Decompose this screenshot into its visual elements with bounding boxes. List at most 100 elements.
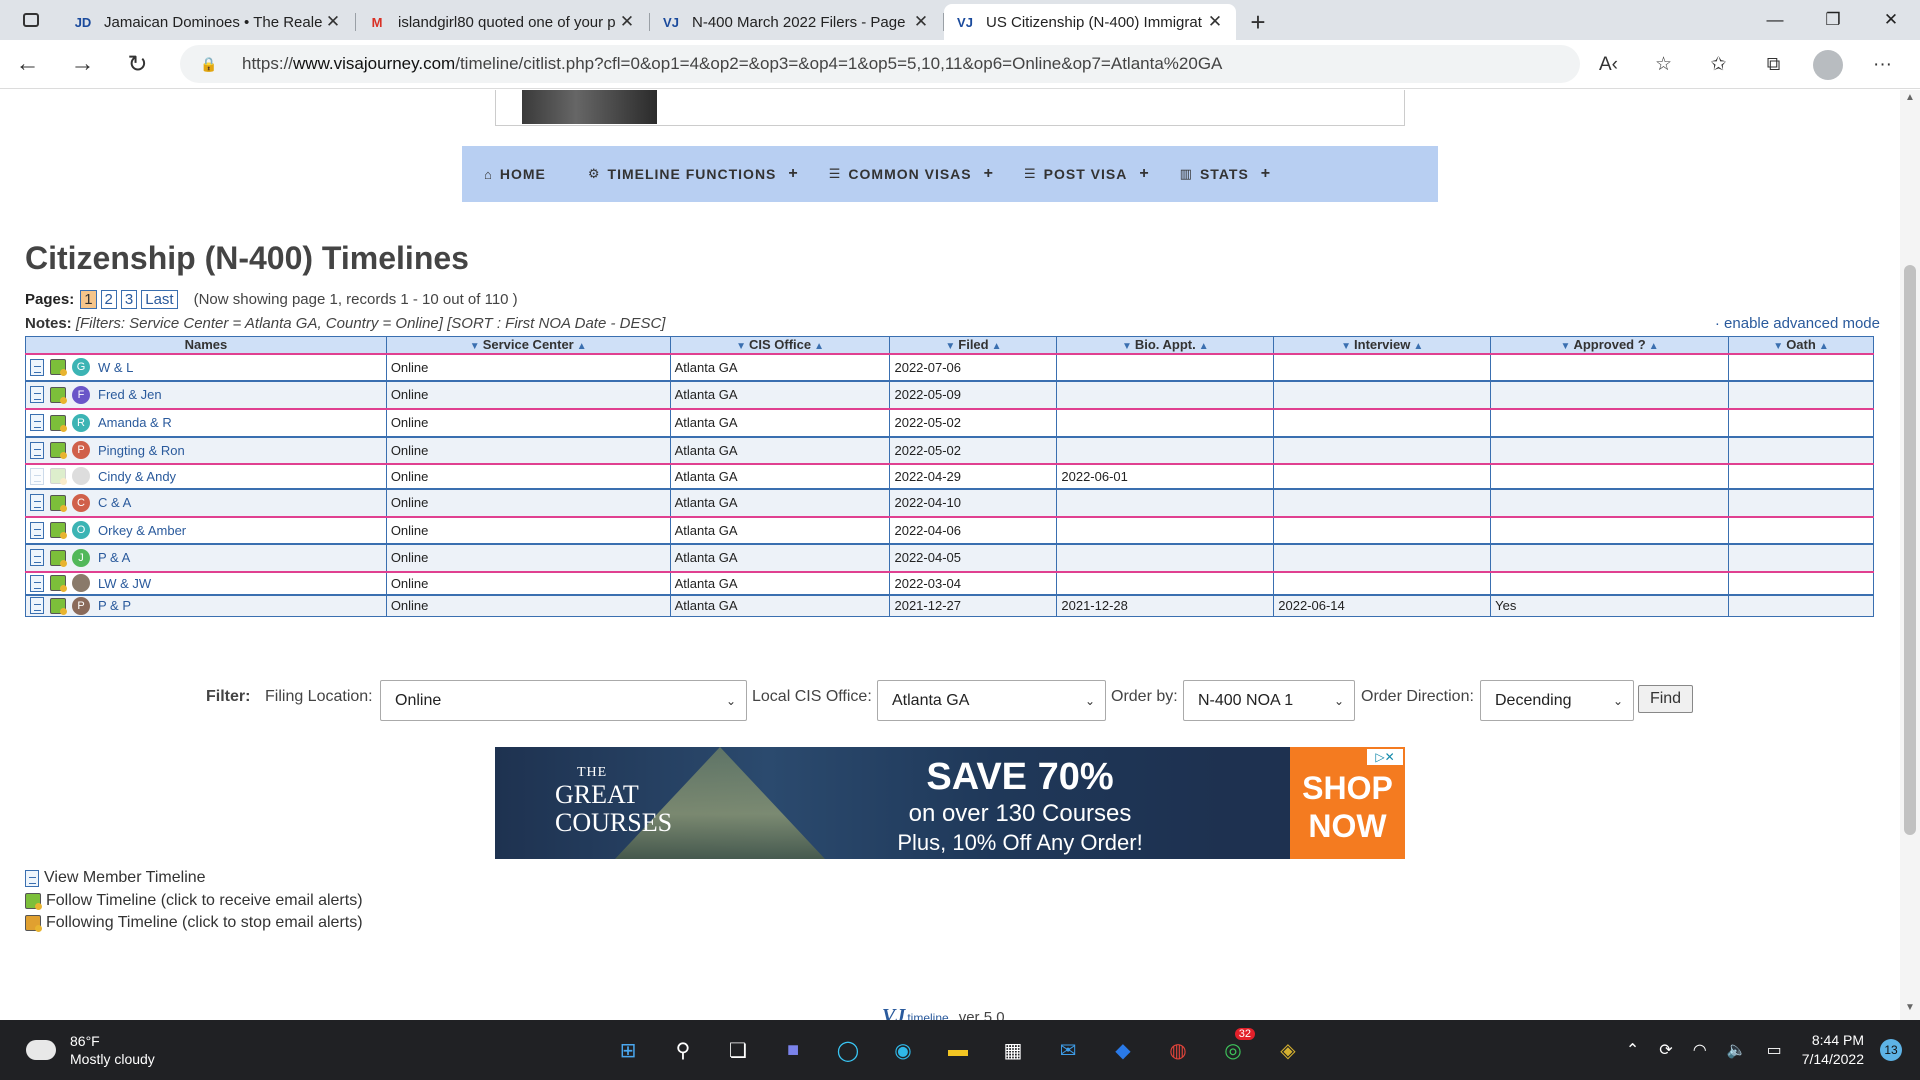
battery-icon[interactable]: ▭ bbox=[1767, 1040, 1782, 1060]
whatsapp-icon[interactable]: ◎ 32 bbox=[1213, 1028, 1255, 1070]
chevron-up-icon[interactable]: ⌃ bbox=[1626, 1040, 1639, 1060]
view-timeline-icon[interactable] bbox=[30, 441, 44, 459]
sort-desc-icon[interactable]: ▼ bbox=[1341, 341, 1351, 352]
browser-tab[interactable]: Mislandgirl80 quoted one of your p ✕ bbox=[356, 4, 650, 40]
view-timeline-icon[interactable] bbox=[30, 358, 44, 376]
lock-icon[interactable]: 🔒 bbox=[200, 56, 222, 73]
order-by-select[interactable]: N-400 NOA 1 ⌄ bbox=[1183, 680, 1355, 721]
close-window-button[interactable]: ✕ bbox=[1862, 0, 1920, 40]
ad-close-icon[interactable]: ▷✕ bbox=[1367, 749, 1403, 765]
column-header[interactable]: ▼ Approved ? ▲ bbox=[1490, 336, 1729, 354]
ad-banner[interactable]: THE GREAT COURSES SAVE 70% on over 130 C… bbox=[495, 747, 1405, 859]
task-view-icon[interactable]: ❏ bbox=[718, 1030, 758, 1070]
start-icon[interactable]: ⊞ bbox=[608, 1030, 648, 1070]
column-header[interactable]: ▼ Oath ▲ bbox=[1728, 336, 1874, 354]
sort-asc-icon[interactable]: ▲ bbox=[1819, 341, 1829, 352]
sort-asc-icon[interactable]: ▲ bbox=[814, 341, 824, 352]
page-button[interactable]: 1 bbox=[80, 290, 97, 309]
browser-tab[interactable]: VJ N-400 March 2022 Filers - Page ✕ bbox=[650, 4, 944, 40]
member-name-link[interactable]: P & A bbox=[98, 550, 130, 565]
scrollbar-thumb[interactable] bbox=[1904, 265, 1916, 835]
view-timeline-icon[interactable] bbox=[30, 414, 44, 431]
page-button[interactable]: 2 bbox=[100, 290, 117, 309]
follow-timeline-icon[interactable] bbox=[50, 575, 67, 592]
page-scrollbar[interactable]: ▲ ▼ bbox=[1900, 90, 1920, 1020]
follow-timeline-icon[interactable] bbox=[50, 494, 67, 512]
profile-avatar[interactable] bbox=[1813, 49, 1843, 80]
member-name-link[interactable]: Cindy & Andy bbox=[98, 469, 176, 484]
tab-actions-button[interactable] bbox=[0, 0, 62, 40]
scroll-up-icon[interactable]: ▲ bbox=[1900, 92, 1920, 108]
read-aloud-icon[interactable]: A‹ bbox=[1581, 54, 1636, 76]
back-button[interactable]: ← bbox=[0, 40, 55, 89]
sort-desc-icon[interactable]: ▼ bbox=[470, 341, 480, 352]
follow-timeline-icon[interactable] bbox=[50, 442, 67, 459]
avatar[interactable]: P bbox=[72, 596, 90, 615]
follow-timeline-icon[interactable] bbox=[50, 549, 67, 567]
filing-location-select[interactable]: Online ⌄ bbox=[380, 680, 747, 721]
app-icon[interactable]: ◈ bbox=[1268, 1030, 1308, 1070]
browser-tab[interactable]: VJ US Citizenship (N-400) Immigrat ✕ bbox=[944, 4, 1236, 40]
weather-widget[interactable]: 86°F Mostly cloudy bbox=[22, 1032, 155, 1068]
sort-desc-icon[interactable]: ▼ bbox=[1122, 341, 1132, 352]
volume-icon[interactable]: 🔈 bbox=[1727, 1040, 1747, 1060]
collections-icon[interactable]: ⧉ bbox=[1746, 54, 1801, 76]
refresh-button[interactable]: ↻ bbox=[110, 40, 165, 89]
tab-close-icon[interactable]: ✕ bbox=[1204, 12, 1226, 32]
mail-icon[interactable]: ✉ bbox=[1048, 1030, 1088, 1070]
nav-item-timeline-functions[interactable]: ⚙ TIMELINE FUNCTIONS + bbox=[588, 165, 799, 183]
column-header[interactable]: ▼ Filed ▲ bbox=[889, 336, 1058, 354]
avatar[interactable]: J bbox=[72, 548, 90, 567]
add-favorite-icon[interactable]: ☆ bbox=[1636, 53, 1691, 76]
follow-timeline-icon[interactable] bbox=[50, 522, 67, 539]
sort-desc-icon[interactable]: ▼ bbox=[1773, 341, 1783, 352]
member-name-link[interactable]: Pingting & Ron bbox=[98, 443, 185, 458]
page-button[interactable]: 3 bbox=[120, 290, 138, 309]
more-menu-icon[interactable]: ··· bbox=[1855, 54, 1910, 76]
follow-timeline-icon[interactable] bbox=[50, 414, 67, 432]
follow-timeline-icon[interactable] bbox=[50, 468, 67, 485]
follow-timeline-icon[interactable] bbox=[50, 386, 67, 404]
store-icon[interactable]: ▦ bbox=[993, 1030, 1033, 1070]
search-icon[interactable]: ⚲ bbox=[663, 1030, 703, 1070]
notification-badge[interactable]: 13 bbox=[1880, 1039, 1902, 1061]
sort-asc-icon[interactable]: ▲ bbox=[1413, 341, 1423, 352]
new-tab-button[interactable]: + bbox=[1238, 4, 1278, 40]
sort-desc-icon[interactable]: ▼ bbox=[736, 341, 746, 352]
view-timeline-icon[interactable] bbox=[30, 574, 44, 592]
scroll-down-icon[interactable]: ▼ bbox=[1900, 1002, 1920, 1018]
member-name-link[interactable]: Amanda & R bbox=[98, 415, 172, 430]
restore-button[interactable]: ❐ bbox=[1804, 0, 1862, 40]
tab-close-icon[interactable]: ✕ bbox=[910, 12, 932, 32]
avatar[interactable]: R bbox=[72, 413, 90, 432]
sync-icon[interactable]: ⟳ bbox=[1659, 1040, 1672, 1060]
favorites-icon[interactable]: ✩ bbox=[1691, 53, 1746, 76]
member-name-link[interactable]: Orkey & Amber bbox=[98, 523, 186, 538]
minimize-button[interactable]: — bbox=[1746, 0, 1804, 40]
member-name-link[interactable]: C & A bbox=[98, 495, 131, 510]
cortana-icon[interactable]: ◯ bbox=[828, 1030, 868, 1070]
page-button[interactable]: Last bbox=[141, 290, 178, 309]
teams-chat-icon[interactable]: ■ bbox=[773, 1030, 813, 1070]
forward-button[interactable]: → bbox=[55, 40, 110, 89]
local-office-select[interactable]: Atlanta GA ⌄ bbox=[877, 680, 1106, 721]
sort-asc-icon[interactable]: ▲ bbox=[1199, 341, 1209, 352]
tab-close-icon[interactable]: ✕ bbox=[322, 12, 344, 32]
member-name-link[interactable]: Fred & Jen bbox=[98, 387, 162, 402]
wifi-icon[interactable]: ◠ bbox=[1693, 1040, 1707, 1060]
member-name-link[interactable]: LW & JW bbox=[98, 576, 151, 591]
avatar[interactable]: F bbox=[72, 385, 90, 404]
find-button[interactable]: Find bbox=[1638, 685, 1693, 713]
nav-item-stats[interactable]: ▥ STATS + bbox=[1180, 165, 1271, 183]
view-timeline-icon[interactable] bbox=[30, 549, 44, 566]
dropbox-icon[interactable]: ◆ bbox=[1103, 1030, 1143, 1070]
view-timeline-icon[interactable] bbox=[30, 597, 44, 615]
sort-asc-icon[interactable]: ▲ bbox=[577, 341, 587, 352]
view-timeline-icon[interactable] bbox=[30, 521, 44, 539]
nav-item-post-visa[interactable]: ☰ POST VISA + bbox=[1024, 165, 1150, 183]
tab-close-icon[interactable]: ✕ bbox=[616, 12, 638, 32]
advanced-mode-link[interactable]: · enable advanced mode bbox=[1715, 315, 1880, 332]
order-direction-select[interactable]: Decending ⌄ bbox=[1480, 680, 1634, 721]
nav-item-home[interactable]: ⌂ HOME bbox=[484, 166, 558, 182]
member-name-link[interactable]: W & L bbox=[98, 360, 133, 375]
